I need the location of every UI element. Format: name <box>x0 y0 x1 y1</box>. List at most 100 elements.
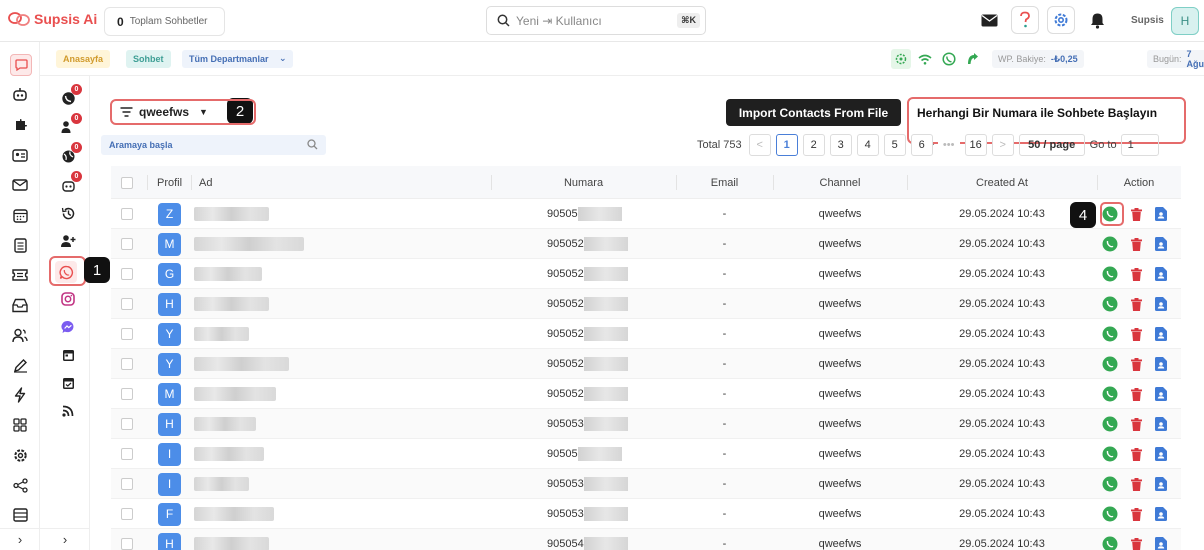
sidebar-inbox[interactable] <box>10 295 30 315</box>
row-checkbox[interactable] <box>121 538 133 550</box>
contact-avatar[interactable]: I <box>158 472 181 496</box>
page-jump-dots[interactable]: ••• <box>937 134 960 156</box>
delete-contact-button[interactable] <box>1131 237 1142 251</box>
delete-contact-button[interactable] <box>1131 387 1142 401</box>
contact-avatar[interactable]: F <box>158 502 181 526</box>
start-whatsapp-chat-button[interactable] <box>1102 296 1118 312</box>
page-button-1[interactable]: 1 <box>775 134 798 156</box>
delete-contact-button[interactable] <box>1131 477 1142 491</box>
contact-avatar[interactable]: M <box>158 232 181 256</box>
sidebar-automation[interactable] <box>10 385 30 405</box>
sidebar-share[interactable] <box>10 475 30 495</box>
col-channel[interactable]: Channel <box>773 166 907 199</box>
channel-filter[interactable]: qweefws ▼ <box>110 99 256 125</box>
row-checkbox[interactable] <box>121 298 133 310</box>
breadcrumb-home[interactable]: Anasayfa <box>56 50 111 68</box>
contact-avatar[interactable]: H <box>158 412 181 436</box>
start-whatsapp-chat-button[interactable] <box>1102 506 1118 522</box>
page-size-select[interactable]: 50 / page <box>1018 134 1085 156</box>
sidebar-apps[interactable] <box>10 415 30 435</box>
row-checkbox[interactable] <box>121 478 133 490</box>
row-checkbox[interactable] <box>121 508 133 520</box>
sidebar-documents[interactable] <box>10 235 30 255</box>
channel-assign[interactable] <box>58 231 78 251</box>
contact-details-button[interactable] <box>1155 297 1167 311</box>
username[interactable]: Supsis <box>1131 15 1164 26</box>
select-all-checkbox[interactable] <box>121 176 133 189</box>
row-checkbox[interactable] <box>121 208 133 220</box>
row-checkbox[interactable] <box>121 448 133 460</box>
channel-messenger[interactable] <box>58 317 78 337</box>
contact-details-button[interactable] <box>1155 477 1167 491</box>
page-button-3[interactable]: 3 <box>829 134 852 156</box>
contact-avatar[interactable]: I <box>158 442 181 466</box>
row-checkbox[interactable] <box>121 328 133 340</box>
start-whatsapp-chat-button[interactable] <box>1102 416 1118 432</box>
contact-details-button[interactable] <box>1155 237 1167 251</box>
page-button-6[interactable]: 6 <box>910 134 933 156</box>
app-logo[interactable]: Supsis Ai <box>8 11 97 27</box>
contact-search[interactable] <box>101 135 326 155</box>
start-whatsapp-chat-button[interactable] <box>1102 446 1118 462</box>
sidebar-mail[interactable] <box>10 175 30 195</box>
contact-details-button[interactable] <box>1155 387 1167 401</box>
delete-contact-button[interactable] <box>1131 327 1142 341</box>
table-row[interactable]: Z 90505 - qweefws 29.05.2024 10:43 <box>111 199 1181 229</box>
table-row[interactable]: Y 905052 - qweefws 29.05.2024 10:43 <box>111 349 1181 379</box>
row-checkbox[interactable] <box>121 418 133 430</box>
start-whatsapp-chat-button[interactable] <box>1102 356 1118 372</box>
sidebar-chat[interactable] <box>10 54 32 76</box>
contact-avatar[interactable]: Y <box>158 322 181 346</box>
delete-contact-button[interactable] <box>1131 507 1142 521</box>
delete-contact-button[interactable] <box>1131 297 1142 311</box>
sidebar-bot[interactable] <box>10 85 30 105</box>
contact-details-button[interactable] <box>1155 507 1167 521</box>
col-profile[interactable]: Profil <box>147 166 187 199</box>
help-button[interactable] <box>1011 6 1039 34</box>
channel-whatsapp[interactable] <box>55 261 77 283</box>
table-row[interactable]: G 905052 - qweefws 29.05.2024 10:43 <box>111 259 1181 289</box>
page-button-5[interactable]: 5 <box>883 134 906 156</box>
sidebar-storage[interactable] <box>10 505 30 525</box>
next-page-button[interactable]: > <box>991 134 1014 156</box>
sidebar-tickets[interactable] <box>10 265 30 285</box>
col-number[interactable]: Numara <box>491 166 676 199</box>
channel-schedule[interactable] <box>58 373 78 393</box>
delete-contact-button[interactable] <box>1131 357 1142 371</box>
flow-status[interactable] <box>963 49 983 69</box>
channel-hotline[interactable]: 0 <box>58 84 82 108</box>
contact-details-button[interactable] <box>1155 417 1167 431</box>
channel-team[interactable]: 0 <box>58 113 82 137</box>
settings-button[interactable] <box>1047 6 1075 34</box>
contact-details-button[interactable] <box>1155 327 1167 341</box>
row-checkbox[interactable] <box>121 358 133 370</box>
contact-details-button[interactable] <box>1155 447 1167 461</box>
contact-details-button[interactable] <box>1155 357 1167 371</box>
contact-avatar[interactable]: M <box>158 382 181 406</box>
wifi-status[interactable] <box>915 49 935 69</box>
col-email[interactable]: Email <box>676 166 773 199</box>
mail-button[interactable] <box>975 6 1003 34</box>
contact-details-button[interactable] <box>1155 537 1167 550</box>
sidebar-integrations[interactable] <box>10 115 30 135</box>
table-row[interactable]: I 905053 - qweefws 29.05.2024 10:43 <box>111 469 1181 499</box>
delete-contact-button[interactable] <box>1131 447 1142 461</box>
avatar[interactable]: H <box>1171 7 1199 35</box>
col-name[interactable]: Ad <box>191 166 491 199</box>
page-button-4[interactable]: 4 <box>856 134 879 156</box>
whatsapp-status[interactable] <box>939 49 959 69</box>
start-whatsapp-chat-button[interactable] <box>1102 386 1118 402</box>
start-whatsapp-chat-button[interactable] <box>1102 476 1118 492</box>
sidebar-edit[interactable] <box>10 355 30 375</box>
contact-avatar[interactable]: Y <box>158 352 181 376</box>
row-checkbox[interactable] <box>121 388 133 400</box>
table-row[interactable]: H 905053 - qweefws 29.05.2024 10:43 <box>111 409 1181 439</box>
channel-instagram[interactable] <box>58 289 78 309</box>
goto-input[interactable]: 1 <box>1120 134 1159 156</box>
row-checkbox[interactable] <box>121 238 133 250</box>
table-row[interactable]: H 905054 - qweefws 29.05.2024 10:43 <box>111 529 1181 550</box>
channel-web[interactable]: 0 <box>58 142 82 166</box>
table-row[interactable]: H 905052 - qweefws 29.05.2024 10:43 <box>111 289 1181 319</box>
expand-channels-button[interactable]: › <box>40 528 90 550</box>
sidebar-users[interactable] <box>10 325 30 345</box>
